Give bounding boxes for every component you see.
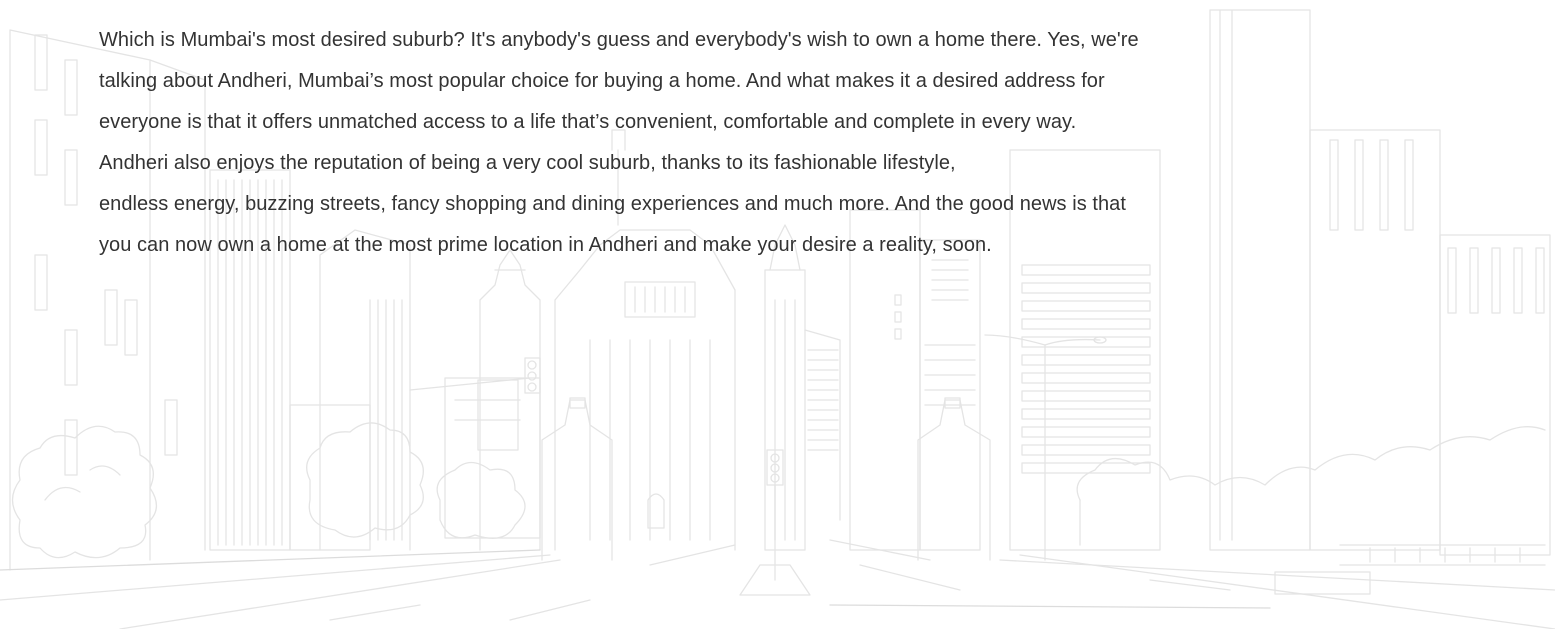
intro-line-5: endless energy, buzzing streets, fancy s… [99,193,1126,215]
intro-line-6: you can now own a home at the most prime… [99,234,992,256]
intro-line-4: Andheri also enjoys the reputation of be… [99,152,956,174]
traffic-light [739,449,811,596]
intro-line-2: talking about Andheri, Mumbai’s most pop… [99,70,1105,92]
street-lamp [984,334,1107,561]
intro-line-3: everyone is that it offers unmatched acc… [99,111,1077,133]
right-center-tower [764,224,841,551]
road [0,539,1555,629]
gate-posts [541,397,991,561]
andheri-intro-paragraph: Which is Mumbai's most desired suburb? I… [99,20,1399,266]
mid-left-buildings [319,229,541,551]
intro-line-1: Which is Mumbai's most desired suburb? I… [99,29,1139,51]
intro-text-section: Which is Mumbai's most desired suburb? I… [99,20,1399,266]
